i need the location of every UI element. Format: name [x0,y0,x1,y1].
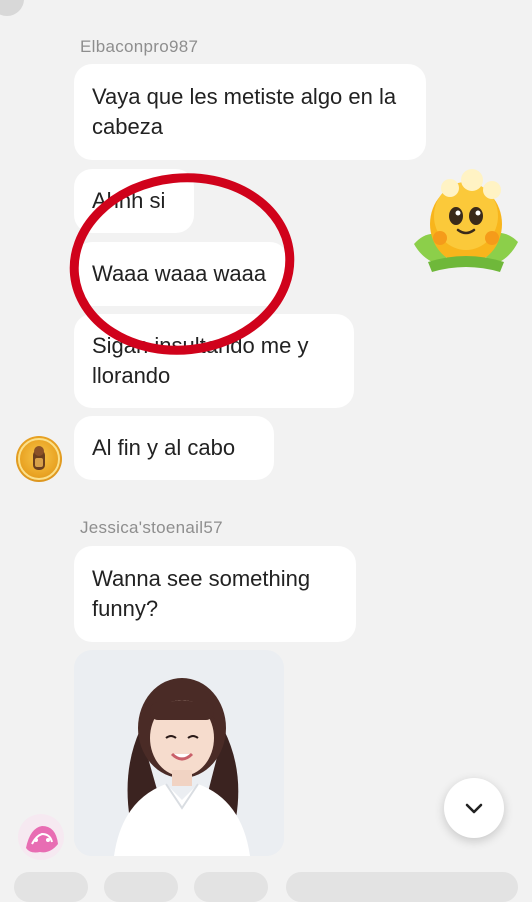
message-bubble[interactable]: Waaa waaa waaa [74,242,288,306]
message-bubble[interactable]: Wanna see something funny? [74,546,356,642]
chevron-down-icon [465,803,483,814]
message-text: Waaa waaa waaa [92,261,267,286]
message-bubble[interactable]: Al fin y al cabo [74,416,274,480]
shared-photo[interactable] [74,650,284,856]
message-text: Vaya que les metiste algo en la cabeza [92,84,397,139]
message-bubble[interactable]: Sigan insultando me y llorando [74,314,354,408]
avatar-figure-icon [18,438,60,480]
message-text: Wanna see something funny? [92,566,311,621]
sender-avatar[interactable] [16,436,62,482]
avatar-sticker-icon [26,826,58,853]
quick-reply-chip[interactable] [194,872,268,902]
quick-reply-chip[interactable] [14,872,88,902]
message-bubble[interactable]: Ahhh si [74,169,194,233]
quick-reply-chip[interactable] [286,872,518,902]
corn-sticker-icon [414,169,518,272]
message-text: Ahhh si [92,188,166,213]
sender-username[interactable]: Jessica'stoenail57 [80,518,223,538]
person-photo-illustration [74,650,284,856]
sender-avatar[interactable] [18,814,64,860]
message-text: Sigan insultando me y llorando [92,333,309,388]
scroll-down-button[interactable] [444,778,504,838]
avatar[interactable] [0,0,24,16]
quick-reply-chip[interactable] [104,872,178,902]
sender-username[interactable]: Elbaconpro987 [80,37,198,57]
message-bubble[interactable]: Vaya que les metiste algo en la cabeza [74,64,426,160]
message-text: Al fin y al cabo [92,435,236,460]
